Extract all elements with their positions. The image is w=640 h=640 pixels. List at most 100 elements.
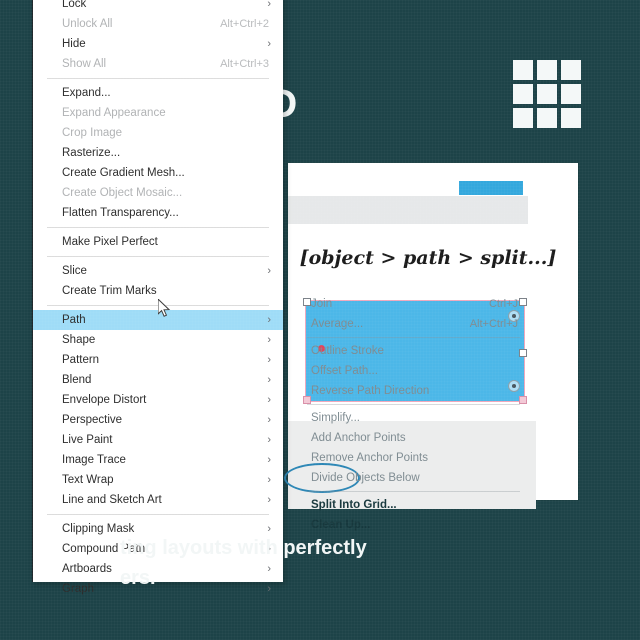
chevron-right-icon: › (267, 0, 271, 10)
menu-item-label: Graph (62, 583, 94, 595)
submenu-item-label: Offset Path... (311, 365, 378, 377)
chevron-right-icon: › (267, 414, 271, 426)
menu-item-label: Envelope Distort (62, 394, 147, 406)
menu-item-expand-appearance: Expand Appearance (33, 103, 283, 123)
submenu-item-join[interactable]: Join Ctrl+J (297, 294, 530, 314)
menu-item-label: Lock (62, 0, 87, 10)
mouse-pointer-icon (158, 299, 171, 317)
submenu-separator (307, 491, 520, 492)
chevron-right-icon: › (267, 38, 271, 50)
screenshot-blue-bar (459, 181, 523, 195)
menu-item-label: Blend (62, 374, 92, 386)
menu-item-crop-image: Crop Image (33, 123, 283, 143)
submenu-item-offset-path[interactable]: Offset Path... (297, 361, 530, 381)
submenu-item-clean-up[interactable]: Clean Up... (297, 515, 530, 535)
screenshot-toolbar-band (288, 196, 528, 224)
submenu-item-split-into-grid[interactable]: Split Into Grid... (297, 495, 530, 515)
menu-item-hide[interactable]: Hide › (33, 34, 283, 54)
menu-item-slice[interactable]: Slice › (33, 261, 283, 281)
menu-item-shortcut: Alt+Ctrl+2 (220, 18, 269, 30)
screenshot-caption: [object > path > split...] (299, 247, 557, 269)
chevron-right-icon: › (267, 354, 271, 366)
menu-item-blend[interactable]: Blend › (33, 370, 283, 390)
menu-item-label: Artboards (62, 563, 112, 575)
submenu-item-divide-objects-below[interactable]: Divide Objects Below (297, 468, 530, 488)
path-submenu[interactable]: Join Ctrl+J Average... Alt+Ctrl+J Outline St… (297, 294, 530, 535)
grid-cell (537, 60, 557, 80)
menu-item-label: Create Object Mosaic... (62, 187, 183, 199)
menu-item-expand[interactable]: Expand... (33, 83, 283, 103)
menu-item-label: Perspective (62, 414, 123, 426)
menu-separator (47, 227, 269, 228)
menu-item-create-trim-marks[interactable]: Create Trim Marks (33, 281, 283, 301)
menu-item-label: Create Gradient Mesh... (62, 167, 185, 179)
submenu-item-label: Join (311, 298, 333, 310)
menu-item-text-wrap[interactable]: Text Wrap › (33, 470, 283, 490)
menu-item-label: Show All (62, 58, 107, 70)
grid-cell (513, 108, 533, 128)
chevron-right-icon: › (267, 394, 271, 406)
menu-item-label: Shape (62, 334, 96, 346)
submenu-item-remove-anchor-points[interactable]: Remove Anchor Points (297, 448, 530, 468)
menu-item-shape[interactable]: Shape › (33, 330, 283, 350)
submenu-item-label: Reverse Path Direction (311, 385, 430, 397)
grid-3x3-logo (513, 60, 581, 128)
screenshot-card: [object > path > split...] Join Ctrl+J Ave… (284, 163, 578, 531)
submenu-item-label: Clean Up... (311, 519, 371, 531)
menu-item-perspective[interactable]: Perspective › (33, 410, 283, 430)
menu-item-label: Crop Image (62, 127, 123, 139)
menu-item-rasterize[interactable]: Rasterize... (33, 143, 283, 163)
submenu-item-label: Add Anchor Points (311, 432, 406, 444)
object-context-menu[interactable]: Lock › Unlock All Alt+Ctrl+2 Hide › Show All Al… (32, 0, 283, 595)
menu-item-unlock-all: Unlock All Alt+Ctrl+2 (33, 14, 283, 34)
menu-item-image-trace[interactable]: Image Trace › (33, 450, 283, 470)
menu-item-label: Expand Appearance (62, 107, 166, 119)
menu-item-label: Line and Sketch Art (62, 494, 162, 506)
submenu-item-add-anchor-points[interactable]: Add Anchor Points (297, 428, 530, 448)
menu-separator (47, 256, 269, 257)
menu-item-label: Flatten Transparency... (62, 207, 179, 219)
menu-item-lock[interactable]: Lock › (33, 0, 283, 14)
submenu-item-label: Split Into Grid... (311, 499, 397, 511)
submenu-separator (307, 404, 520, 405)
menu-item-label: Unlock All (62, 18, 113, 30)
menu-item-live-paint[interactable]: Live Paint › (33, 430, 283, 450)
menu-item-flatten-transparency[interactable]: Flatten Transparency... (33, 203, 283, 223)
chevron-right-icon: › (267, 314, 271, 326)
menu-separator (47, 78, 269, 79)
grid-cell (561, 60, 581, 80)
poster-subtitle-line: ting layouts with perfectly (120, 537, 367, 559)
menu-item-create-gradient-mesh[interactable]: Create Gradient Mesh... (33, 163, 283, 183)
chevron-right-icon: › (267, 474, 271, 486)
submenu-item-label: Average... (311, 318, 364, 330)
menu-item-label: Make Pixel Perfect (62, 236, 158, 248)
menu-item-label: Expand... (62, 87, 111, 99)
submenu-item-outline-stroke[interactable]: Outline Stroke (297, 341, 530, 361)
menu-item-label: Path (62, 314, 86, 326)
menu-item-make-pixel-perfect[interactable]: Make Pixel Perfect (33, 232, 283, 252)
grid-cell (537, 84, 557, 104)
menu-item-label: Rasterize... (62, 147, 121, 159)
submenu-item-average[interactable]: Average... Alt+Ctrl+J (297, 314, 530, 334)
submenu-item-simplify[interactable]: Simplify... (297, 408, 530, 428)
chevron-right-icon: › (267, 494, 271, 506)
menu-item-shortcut: Alt+Ctrl+3 (220, 58, 269, 70)
chevron-right-icon: › (267, 434, 271, 446)
menu-item-label: Slice (62, 265, 87, 277)
grid-cell (561, 108, 581, 128)
submenu-item-label: Remove Anchor Points (311, 452, 428, 464)
menu-separator (47, 514, 269, 515)
menu-item-pattern[interactable]: Pattern › (33, 350, 283, 370)
submenu-item-reverse-path-direction[interactable]: Reverse Path Direction (297, 381, 530, 401)
grid-cell (513, 60, 533, 80)
chevron-right-icon: › (267, 374, 271, 386)
grid-cell (561, 84, 581, 104)
submenu-item-shortcut: Alt+Ctrl+J (469, 318, 518, 330)
chevron-right-icon: › (267, 454, 271, 466)
menu-item-label: Text Wrap (62, 474, 114, 486)
menu-item-envelope-distort[interactable]: Envelope Distort › (33, 390, 283, 410)
menu-item-line-and-sketch-art[interactable]: Line and Sketch Art › (33, 490, 283, 510)
poster-subtitle: ting layouts with perfectly ers. (120, 533, 590, 593)
submenu-item-label: Divide Objects Below (311, 472, 420, 484)
menu-item-label: Create Trim Marks (62, 285, 157, 297)
